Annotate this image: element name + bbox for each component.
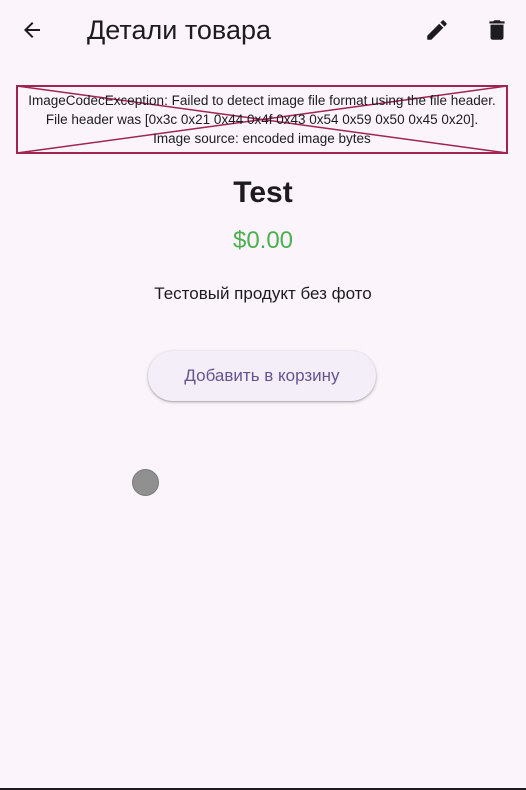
trash-icon bbox=[489, 20, 505, 40]
page-title: Детали товара bbox=[87, 15, 271, 45]
error-line: Image source: encoded image bytes bbox=[153, 131, 371, 146]
image-error-placeholder: ImageCodecException: Failed to detect im… bbox=[16, 85, 508, 154]
image-error-message: ImageCodecException: Failed to detect im… bbox=[16, 91, 508, 148]
product-name: Test bbox=[233, 176, 293, 209]
app-bar: Детали товара bbox=[0, 0, 526, 60]
edit-button[interactable] bbox=[415, 8, 459, 52]
add-to-cart-button[interactable]: Добавить в корзину bbox=[148, 351, 376, 401]
product-description: Тестовый продукт без фото bbox=[154, 284, 372, 303]
error-line: File header was [0x3c 0x21 0x44 0x4f 0x4… bbox=[45, 112, 479, 127]
error-line: ImageCodecException: Failed to detect im… bbox=[28, 93, 496, 108]
pencil-icon bbox=[427, 20, 447, 40]
arrow-back-icon bbox=[24, 22, 40, 38]
back-button[interactable] bbox=[10, 8, 54, 52]
delete-button[interactable] bbox=[475, 8, 519, 52]
product-price: $0.00 bbox=[232, 227, 294, 254]
touch-indicator bbox=[132, 469, 159, 496]
